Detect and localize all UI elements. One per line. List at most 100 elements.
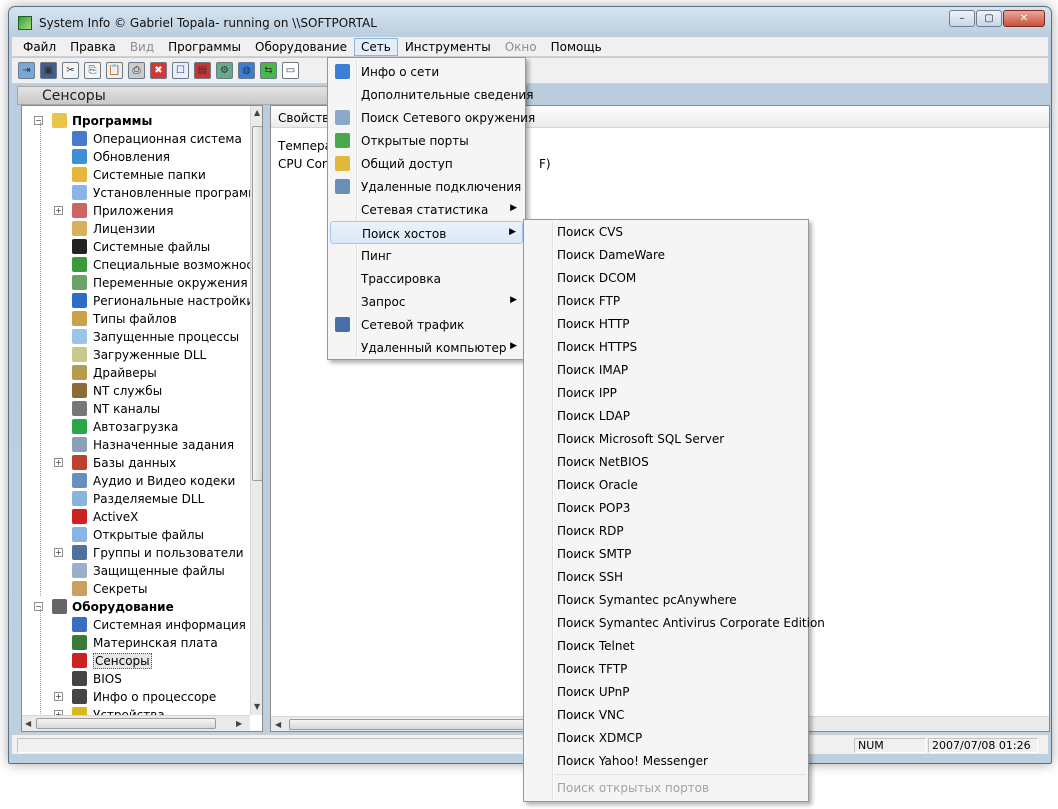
tree-item[interactable]: Типы файлов	[22, 310, 250, 328]
tree-item[interactable]: Системные папки	[22, 166, 250, 184]
host-search-item[interactable]: Поиск Yahoo! Messenger	[526, 749, 806, 772]
tree-item[interactable]: − Программы	[22, 112, 250, 130]
tree-item[interactable]: NT каналы	[22, 400, 250, 418]
host-search-item[interactable]: Поиск LDAP	[526, 404, 806, 427]
exit-icon[interactable]: ⇥	[18, 62, 35, 79]
host-search-item[interactable]: Поиск SMTP	[526, 542, 806, 565]
host-search-item[interactable]: Поиск Oracle	[526, 473, 806, 496]
host-search-item[interactable]: Поиск UPnP	[526, 680, 806, 703]
tree-item[interactable]: Драйверы	[22, 364, 250, 382]
tree-hscroll-thumb[interactable]	[36, 718, 216, 729]
tree-item[interactable]: Загруженные DLL	[22, 346, 250, 364]
network-traffic-icon[interactable]: ⚙	[216, 62, 233, 79]
host-search-item[interactable]: Поиск IPP	[526, 381, 806, 404]
host-search-item[interactable]: Поиск XDMCP	[526, 726, 806, 749]
expand-icon[interactable]: +	[54, 206, 63, 215]
host-search-item[interactable]: Поиск CVS	[526, 220, 806, 243]
collapse-icon[interactable]: −	[34, 116, 43, 125]
tree-item[interactable]: Запущенные процессы	[22, 328, 250, 346]
tree-item[interactable]: Специальные возможности	[22, 256, 262, 274]
tree-item[interactable]: ActiveX	[22, 508, 250, 526]
tree-item[interactable]: BIOS	[22, 670, 250, 688]
tree-item[interactable]: Операционная система	[22, 130, 250, 148]
network-menu-item[interactable]: Поиск Сетевого окружения	[330, 106, 535, 129]
tree-item[interactable]: Лицензии	[22, 220, 250, 238]
host-search-item[interactable]: Поиск NetBIOS	[526, 450, 806, 473]
network-menu-item[interactable]: Сетевой трафик	[330, 313, 523, 336]
host-search-item[interactable]: Поиск POP3	[526, 496, 806, 519]
host-search-item[interactable]: Поиск Telnet	[526, 634, 806, 657]
tree-item[interactable]: + Группы и пользователи	[22, 544, 250, 562]
tree-item[interactable]: Переменные окружения	[22, 274, 250, 292]
save-icon[interactable]: ▣	[40, 62, 57, 79]
scroll-left-icon[interactable]: ◀	[25, 719, 31, 728]
tree-scroll-thumb[interactable]	[252, 126, 262, 481]
network-menu-item[interactable]: Открытые порты	[330, 129, 523, 152]
stop-icon[interactable]: ✖	[150, 62, 167, 79]
tree-item[interactable]: Защищенные файлы	[22, 562, 250, 580]
maximize-button[interactable]: ▢	[976, 10, 1002, 27]
menu-2[interactable]: Вид	[123, 38, 161, 56]
tree-horizontal-scrollbar[interactable]: ◀ ▶	[22, 715, 250, 731]
menu-1[interactable]: Правка	[63, 38, 123, 56]
network-menu-item[interactable]: Инфо о сети	[330, 60, 523, 83]
report-icon[interactable]: ☐	[172, 62, 189, 79]
network-menu-item[interactable]: Трассировка	[330, 267, 523, 290]
host-search-item[interactable]: Поиск HTTPS	[526, 335, 806, 358]
menu-8[interactable]: Помощь	[544, 38, 609, 56]
tree-item[interactable]: Разделяемые DLL	[22, 490, 250, 508]
expand-icon[interactable]: +	[54, 548, 63, 557]
content-hscroll-thumb[interactable]	[289, 719, 549, 730]
minimize-button[interactable]: –	[949, 10, 975, 27]
refresh-icon[interactable]: ⇆	[260, 62, 277, 79]
menu-6[interactable]: Инструменты	[398, 38, 498, 56]
host-search-item[interactable]: Поиск HTTP	[526, 312, 806, 335]
host-search-item[interactable]: Поиск RDP	[526, 519, 806, 542]
tree-item[interactable]: Обновления	[22, 148, 250, 166]
expand-icon[interactable]: +	[54, 458, 63, 467]
tree-item[interactable]: Назначенные задания	[22, 436, 250, 454]
tree-item[interactable]: Автозагрузка	[22, 418, 250, 436]
tree-item[interactable]: Открытые файлы	[22, 526, 250, 544]
tree-item[interactable]: Сенсоры	[22, 652, 250, 670]
network-menu-item[interactable]: Запрос ▶	[330, 290, 523, 313]
collapse-icon[interactable]: −	[34, 602, 43, 611]
tree-vertical-scrollbar[interactable]: ▲ ▼	[250, 106, 262, 715]
tree-item[interactable]: Системные файлы	[22, 238, 250, 256]
chart-icon[interactable]: ▤	[194, 62, 211, 79]
tree-item[interactable]: − Оборудование	[22, 598, 250, 616]
host-search-item[interactable]: Поиск Symantec Antivirus Corporate Editi…	[526, 611, 825, 634]
network-menu-item[interactable]: Пинг	[330, 244, 523, 267]
scroll-down-icon[interactable]: ▼	[254, 702, 260, 711]
menu-7[interactable]: Окно	[498, 38, 544, 56]
scroll-left-icon[interactable]: ◀	[275, 720, 281, 729]
scroll-up-icon[interactable]: ▲	[254, 108, 260, 117]
network-menu-item[interactable]: Удаленные подключения	[330, 175, 523, 198]
host-search-item[interactable]: Поиск FTP	[526, 289, 806, 312]
host-search-item[interactable]: Поиск Microsoft SQL Server	[526, 427, 806, 450]
tree-item[interactable]: Системная информация	[22, 616, 250, 634]
paste-icon[interactable]: 📋	[106, 62, 123, 79]
tree-item[interactable]: Установленные программы	[22, 184, 262, 202]
title-bar[interactable]: System Info © Gabriel Topala- running on…	[9, 7, 1051, 37]
menu-5[interactable]: Сеть	[354, 37, 398, 56]
host-search-item[interactable]: Поиск VNC	[526, 703, 806, 726]
network-menu-item[interactable]: Сетевая статистика ▶	[330, 198, 523, 221]
tree-item[interactable]: Аудио и Видео кодеки	[22, 472, 250, 490]
tree-item[interactable]: Материнская плата	[22, 634, 250, 652]
cut-icon[interactable]: ✂	[62, 62, 79, 79]
tree-item[interactable]: NT службы	[22, 382, 250, 400]
host-search-item[interactable]: Поиск DameWare	[526, 243, 806, 266]
expand-icon[interactable]: +	[54, 692, 63, 701]
globe-icon[interactable]: ◍	[238, 62, 255, 79]
network-menu-item[interactable]: Поиск хостов ▶	[330, 221, 523, 244]
menu-4[interactable]: Оборудование	[248, 38, 354, 56]
tree-item[interactable]: Региональные настройки	[22, 292, 254, 310]
network-menu-item[interactable]: Удаленный компьютер ▶	[330, 336, 523, 359]
network-menu-item[interactable]: Общий доступ	[330, 152, 523, 175]
tree-item[interactable]: Секреты	[22, 580, 250, 598]
host-search-item[interactable]: Поиск SSH	[526, 565, 806, 588]
close-button[interactable]: ✕	[1003, 10, 1045, 27]
host-search-item[interactable]: Поиск IMAP	[526, 358, 806, 381]
copy-icon[interactable]: ⎘	[84, 62, 101, 79]
